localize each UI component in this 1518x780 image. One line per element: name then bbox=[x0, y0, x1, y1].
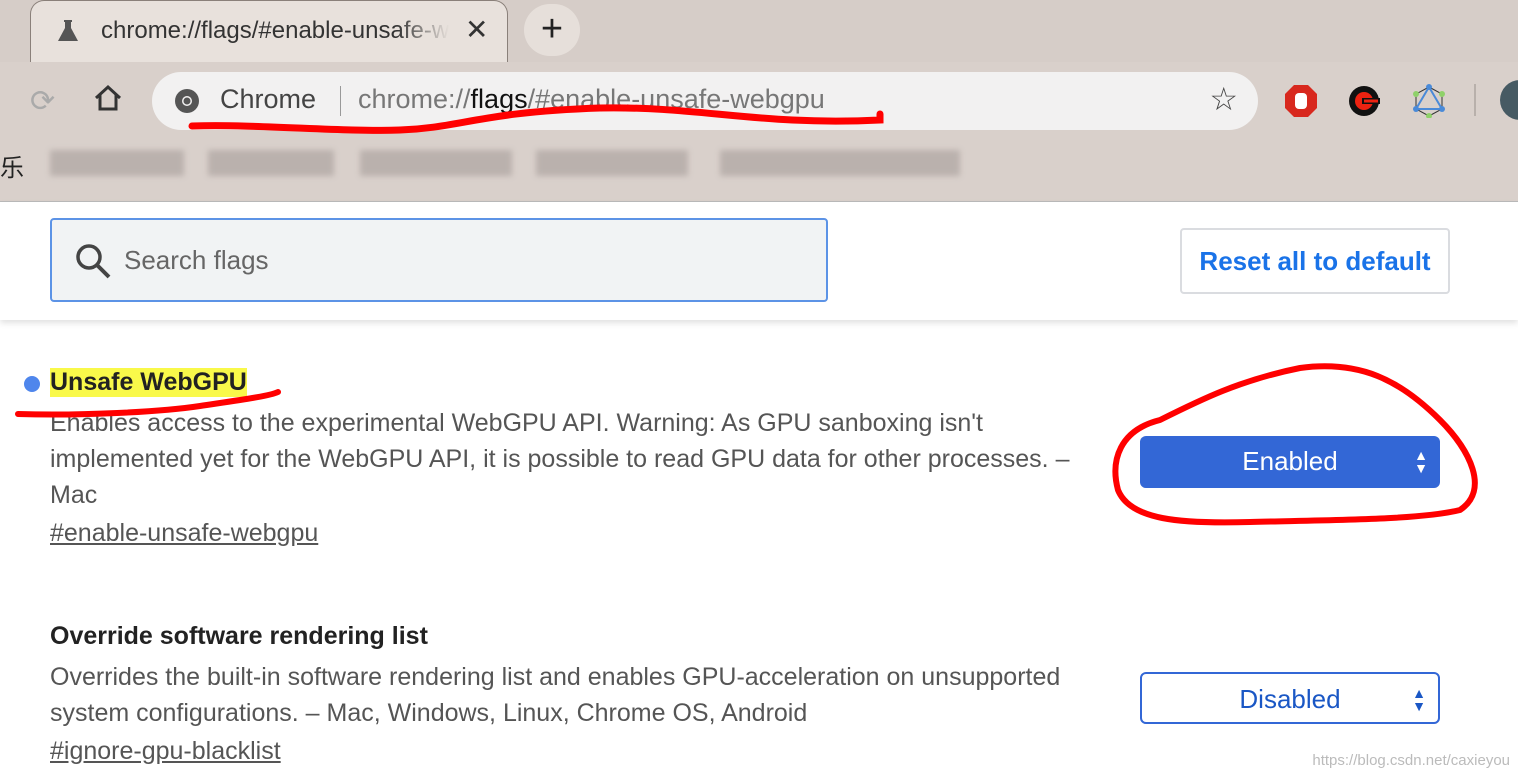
bookmark-item-blurred[interactable] bbox=[50, 150, 184, 176]
bookmark-item-blurred[interactable] bbox=[208, 150, 334, 176]
reset-all-button[interactable]: Reset all to default bbox=[1180, 228, 1450, 294]
flags-header: Reset all to default bbox=[0, 202, 1518, 320]
flag-description: Overrides the built-in software renderin… bbox=[50, 663, 1061, 727]
tab-flags[interactable]: chrome://flags/#enable-unsafe-webgpu ✕ bbox=[30, 0, 508, 64]
tab-strip: chrome://flags/#enable-unsafe-webgpu ✕ + bbox=[0, 0, 1518, 64]
tab-title: chrome://flags/#enable-unsafe-webgpu bbox=[101, 17, 449, 44]
site-label: Chrome bbox=[220, 84, 317, 114]
flag-state-select[interactable]: Enabled ▲ ▼ bbox=[1140, 436, 1440, 488]
search-icon bbox=[76, 244, 111, 279]
flag-name: Unsafe WebGPU bbox=[50, 368, 247, 397]
toolbar: ⟳ Chrome chrome://flags/#enable-unsafe-w… bbox=[0, 62, 1518, 202]
flag-anchor-link[interactable]: #enable-unsafe-webgpu bbox=[50, 519, 318, 548]
url-text[interactable]: chrome://flags/#enable-unsafe-webgpu bbox=[358, 84, 825, 115]
address-bar[interactable]: Chrome chrome://flags/#enable-unsafe-web… bbox=[152, 72, 1258, 130]
chrome-icon bbox=[175, 89, 199, 113]
bookmark-star-icon[interactable]: ☆ bbox=[1209, 80, 1238, 118]
divider bbox=[340, 86, 341, 116]
search-input[interactable] bbox=[124, 240, 804, 280]
home-icon[interactable] bbox=[92, 82, 124, 114]
bookmark-item-blurred[interactable] bbox=[536, 150, 688, 176]
bookmark-item-blurred[interactable] bbox=[720, 150, 960, 176]
adblock-icon[interactable] bbox=[1284, 84, 1318, 118]
flag-anchor-link[interactable]: #ignore-gpu-blacklist bbox=[50, 737, 281, 766]
bookmark-item[interactable]: 乐 bbox=[0, 148, 24, 183]
select-arrows-icon: ▲ ▼ bbox=[1414, 447, 1428, 476]
modified-indicator bbox=[24, 376, 40, 392]
new-tab-button[interactable]: + bbox=[524, 4, 580, 56]
select-arrows-icon: ▲ ▼ bbox=[1412, 685, 1426, 714]
graphql-icon[interactable] bbox=[1412, 84, 1446, 118]
power-extension-icon[interactable] bbox=[1348, 84, 1382, 118]
watermark: https://blog.csdn.net/caxieyou bbox=[1312, 752, 1510, 769]
reload-icon[interactable]: ⟳ bbox=[30, 84, 55, 119]
flask-icon bbox=[58, 20, 78, 41]
divider bbox=[1474, 84, 1476, 116]
search-box[interactable] bbox=[50, 218, 828, 302]
bookmark-item-blurred[interactable] bbox=[360, 150, 512, 176]
flag-description: Enables access to the experimental WebGP… bbox=[50, 409, 1070, 509]
flag-name: Override software rendering list bbox=[50, 622, 428, 650]
flag-state-select[interactable]: Disabled ▲ ▼ bbox=[1140, 672, 1440, 724]
avatar[interactable] bbox=[1500, 80, 1518, 120]
close-tab-icon[interactable]: ✕ bbox=[465, 13, 488, 46]
